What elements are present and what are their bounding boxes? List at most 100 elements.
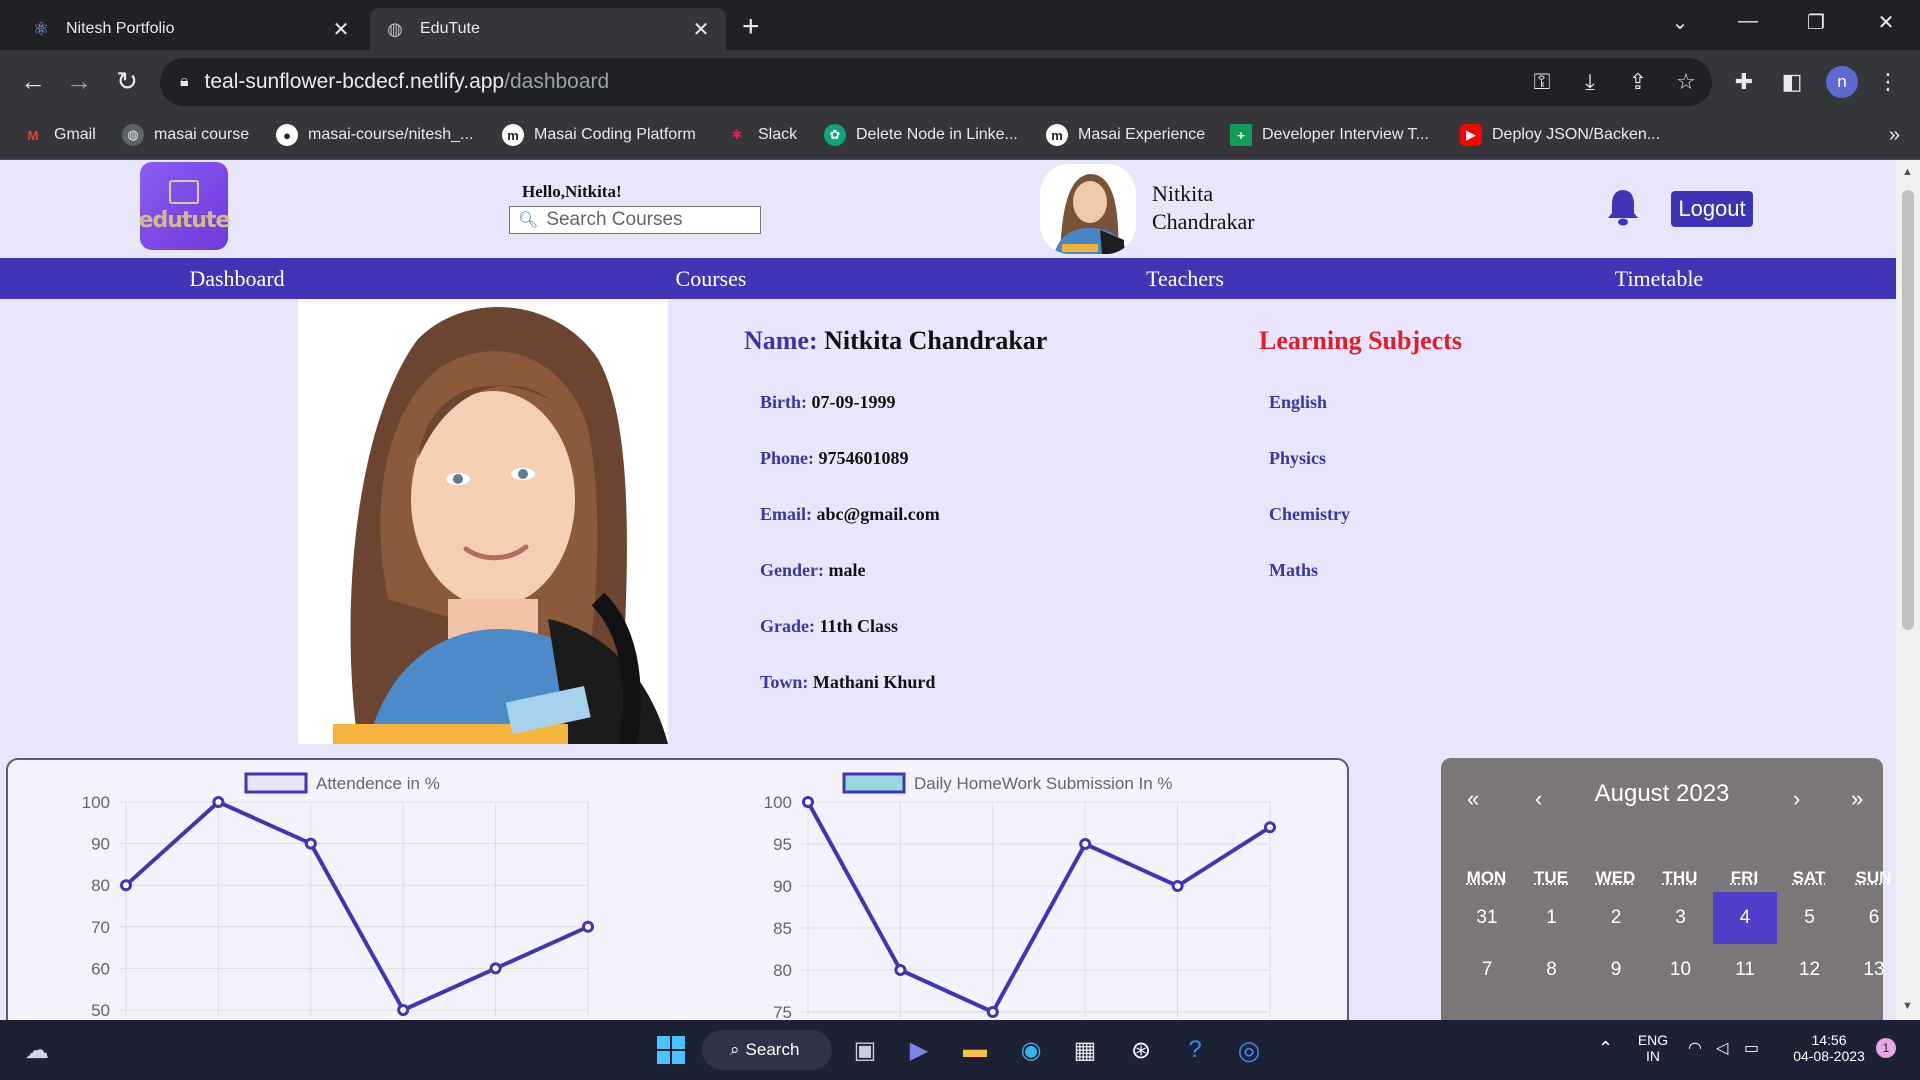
bookmark-github[interactable]: ● masai-course/nitesh_... <box>276 124 473 146</box>
clock[interactable]: 14:56 04-08-2023 <box>1784 1032 1874 1064</box>
bookmark-chatgpt[interactable]: ✿ Delete Node in Linke... <box>824 124 1018 146</box>
tab-search-icon[interactable]: ⌄ <box>1660 10 1700 35</box>
info-label: Email: <box>760 504 812 524</box>
calendar-day[interactable]: 31 <box>1455 892 1519 944</box>
nav-courses[interactable]: Courses <box>474 258 948 299</box>
search-icon: ⌕ <box>730 1040 740 1059</box>
profile-avatar[interactable]: n <box>1826 66 1858 98</box>
menu-kebab-icon[interactable]: ⋮ <box>1874 68 1902 96</box>
calendar-day[interactable]: 4 <box>1713 892 1777 944</box>
windows-start-icon[interactable] <box>654 1033 688 1067</box>
bookmark-sheets[interactable]: + Developer Interview T... <box>1230 124 1429 146</box>
calendar-day[interactable]: 9 <box>1584 944 1648 996</box>
maximize-button[interactable]: ❐ <box>1796 10 1836 35</box>
calendar-day[interactable]: 13 <box>1842 944 1896 996</box>
extensions-icon[interactable]: ✚ <box>1730 68 1758 96</box>
search-icon: 🔍︎ <box>518 212 539 229</box>
calendar-day[interactable]: 6 <box>1842 892 1896 944</box>
calendar-next-year-button[interactable]: » <box>1851 786 1863 812</box>
new-tab-button[interactable]: + <box>742 10 760 44</box>
logout-button[interactable]: Logout <box>1671 191 1753 227</box>
greeting: Hello,Nitkita! <box>522 182 622 201</box>
url-path: /dashboard <box>504 70 610 93</box>
weather-icon[interactable]: ☁ <box>20 1033 54 1067</box>
chevron-up-icon[interactable]: ⌃ <box>1598 1038 1613 1059</box>
calendar-day[interactable]: 7 <box>1455 944 1519 996</box>
page-scrollbar[interactable]: ▲ ▼ <box>1896 160 1920 1020</box>
bookmark-youtube[interactable]: ▶ Deploy JSON/Backen... <box>1460 124 1660 146</box>
series-line <box>806 801 1272 1014</box>
share-icon[interactable]: ⇪ <box>1624 68 1652 96</box>
close-icon[interactable]: ✕ <box>690 17 712 42</box>
chrome-icon[interactable]: ◎ <box>1232 1033 1266 1067</box>
bookmark-masai-experience[interactable]: m Masai Experience <box>1046 124 1205 146</box>
battery-icon[interactable]: ▭ <box>1744 1038 1759 1058</box>
edutute-logo[interactable]: edutute <box>139 162 230 250</box>
app-icon[interactable]: ⊛ <box>1124 1033 1158 1067</box>
data-point <box>120 879 132 892</box>
install-app-icon[interactable]: ⤓ <box>1576 68 1604 96</box>
calendar-day[interactable]: 11 <box>1713 944 1777 996</box>
minimize-button[interactable]: — <box>1728 10 1768 33</box>
task-view-icon[interactable]: ▣ <box>848 1033 882 1067</box>
calendar-day[interactable]: 12 <box>1778 944 1842 996</box>
learning-subjects-title: Learning Subjects <box>1259 326 1462 355</box>
language-indicator[interactable]: ENG IN <box>1636 1032 1670 1064</box>
file-explorer-icon[interactable]: ▬ <box>958 1033 992 1067</box>
close-icon[interactable]: ✕ <box>330 17 352 42</box>
back-button[interactable]: ← <box>16 64 50 98</box>
bookmark-star-icon[interactable]: ☆ <box>1672 68 1700 96</box>
notification-bell-icon[interactable] <box>1606 188 1640 226</box>
calendar-day[interactable]: 2 <box>1584 892 1648 944</box>
nav-dashboard[interactable]: Dashboard <box>0 258 474 299</box>
notification-badge[interactable]: 1 <box>1876 1038 1896 1058</box>
calendar-next-month-button[interactable]: › <box>1793 786 1800 812</box>
scroll-down-icon[interactable]: ▼ <box>1902 1000 1913 1012</box>
masai-icon: m <box>1046 124 1068 146</box>
charts-svg: Attendence in % 100 90 80 70 60 50 Daily HomeWo… <box>82 772 1276 1020</box>
bookmark-slack[interactable]: ✱ Slack <box>726 124 798 146</box>
close-window-button[interactable]: ✕ <box>1866 10 1906 35</box>
tab-nitesh-portfolio[interactable]: ⚛ Nitesh Portfolio ✕ <box>16 8 366 50</box>
bookmark-masai-coding[interactable]: m Masai Coding Platform <box>502 124 696 146</box>
info-town: Town: Mathani Khurd <box>760 672 935 693</box>
taskbar-search-button[interactable]: ⌕ Search <box>702 1030 832 1070</box>
openai-icon: ✿ <box>824 124 846 146</box>
forward-button[interactable]: → <box>62 64 96 98</box>
tab-edutute[interactable]: ◍ EduTute ✕ <box>370 8 726 50</box>
subject-item: Maths <box>1269 560 1318 580</box>
teams-chat-icon[interactable]: ▶ <box>902 1033 936 1067</box>
side-panel-icon[interactable]: ◧ <box>1778 68 1806 96</box>
info-label: Gender: <box>760 560 824 580</box>
bookmarks-more-button[interactable]: » <box>1889 124 1900 147</box>
nav-teachers[interactable]: Teachers <box>948 258 1422 299</box>
nav-timetable[interactable]: Timetable <box>1422 258 1896 299</box>
key-icon[interactable]: ⚿ <box>1528 68 1556 96</box>
help-icon[interactable]: ? <box>1178 1033 1212 1067</box>
volume-icon[interactable]: ◁ <box>1716 1038 1728 1058</box>
page-viewport: edutute Hello,Nitkita! 🔍︎ Search Courses… <box>0 160 1896 1020</box>
calendar-day[interactable]: 3 <box>1649 892 1713 944</box>
scrollbar-thumb[interactable] <box>1902 190 1914 630</box>
edge-icon[interactable]: ◉ <box>1014 1033 1048 1067</box>
search-input[interactable]: 🔍︎ Search Courses <box>509 206 761 234</box>
calendar-day[interactable]: 5 <box>1778 892 1842 944</box>
store-icon[interactable]: ▦ <box>1068 1033 1102 1067</box>
app-header: edutute Hello,Nitkita! 🔍︎ Search Courses… <box>0 160 1896 258</box>
scroll-up-icon[interactable]: ▲ <box>1902 166 1913 178</box>
calendar-title[interactable]: August 2023 <box>1441 780 1883 808</box>
address-bar[interactable]: 🔒︎ teal-sunflower-bcdecf.netlify.app/das… <box>160 58 1712 106</box>
reload-button[interactable]: ↻ <box>110 64 144 98</box>
lock-icon[interactable]: 🔒︎ <box>180 73 189 91</box>
y-tick-label: 75 <box>773 1003 792 1020</box>
calendar-day[interactable]: 10 <box>1649 944 1713 996</box>
name-value: Nitkita Chandrakar <box>824 326 1048 355</box>
calendar-day[interactable]: 8 <box>1520 944 1584 996</box>
bookmark-gmail[interactable]: M Gmail <box>22 124 96 146</box>
data-point <box>212 796 225 808</box>
legend-swatch <box>842 772 906 794</box>
wifi-icon[interactable]: ◠ <box>1688 1038 1702 1058</box>
avatar[interactable] <box>1040 164 1136 254</box>
calendar-day[interactable]: 1 <box>1520 892 1584 944</box>
bookmark-masai-course[interactable]: ◍ masai course <box>122 124 249 146</box>
